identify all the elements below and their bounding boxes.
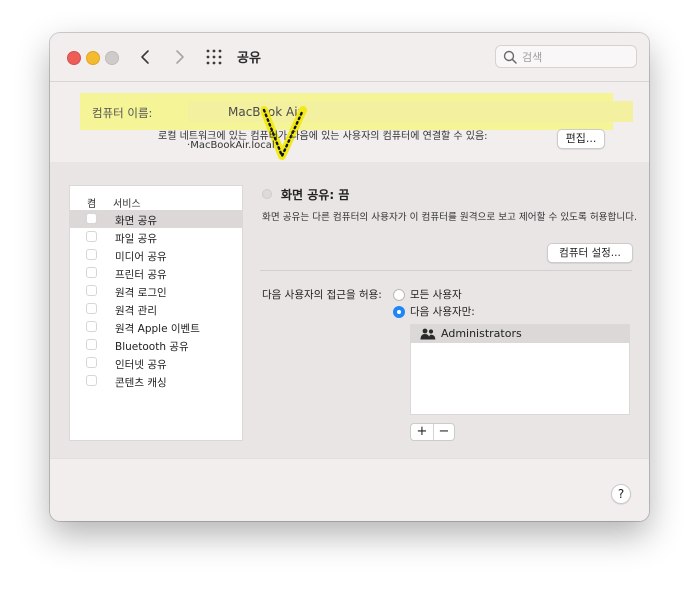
service-row-remote-login[interactable]: 원격 로그인 [70,282,242,300]
column-header-on: 켬 [87,199,97,210]
service-label: 파일 공유 [115,233,157,245]
show-all-button[interactable] [206,49,222,65]
service-checkbox[interactable] [86,249,97,260]
computer-name-section: 컴퓨터 이름: [50,82,649,162]
service-checkbox[interactable] [86,303,97,314]
computer-name-row: 컴퓨터 이름: [80,93,633,130]
back-button[interactable] [136,46,156,68]
user-group-icon [420,328,436,340]
search-field[interactable] [495,45,637,68]
service-row-printer-sharing[interactable]: 프린터 공유 [70,264,242,282]
service-row-remote-management[interactable]: 원격 관리 [70,300,242,318]
user-row[interactable]: Administrators [411,325,629,343]
forward-button[interactable] [169,46,189,68]
zoom-window-button[interactable] [105,51,119,65]
service-row-bluetooth-sharing[interactable]: Bluetooth 공유 [70,336,242,354]
computer-settings-button[interactable]: 컴퓨터 설정... [547,243,633,263]
service-row-screen-sharing[interactable]: 화면 공유 [70,210,242,228]
service-label: 콘텐츠 캐싱 [115,377,167,389]
service-label: 인터넷 공유 [115,359,167,371]
service-row-remote-apple-events[interactable]: 원격 Apple 이벤트 [70,318,242,336]
grid-icon [206,49,222,65]
service-checkbox[interactable] [86,321,97,332]
local-address-text: MacBookAir.local [190,140,275,151]
service-label: Bluetooth 공유 [115,341,189,353]
edit-computer-name-button[interactable]: 편집... [557,129,605,149]
help-button[interactable]: ? [611,484,631,504]
service-row-content-caching[interactable]: 콘텐츠 캐싱 [70,372,242,390]
radio-all-users-label[interactable]: 모든 사용자 [410,287,462,302]
service-row-file-sharing[interactable]: 파일 공유 [70,228,242,246]
service-label: 원격 Apple 이벤트 [115,323,200,335]
chevron-left-icon [141,50,149,64]
user-add-remove-control: + − [410,423,455,441]
services-list-header: 켬 서비스 [70,186,242,210]
radio-only-these-users-label[interactable]: 다음 사용자만: [410,304,475,319]
radio-all-users[interactable] [393,289,405,301]
computer-name-field[interactable] [188,101,633,122]
chevron-right-icon [176,50,184,64]
local-address: ·MacBookAir.local [187,140,275,151]
service-checkbox[interactable] [86,375,97,386]
service-checkbox[interactable] [86,267,97,278]
service-checkbox[interactable] [86,339,97,350]
remove-user-button[interactable]: − [433,424,455,440]
close-window-button[interactable] [67,51,81,65]
column-header-service: 서비스 [113,199,141,210]
service-label: 프린터 공유 [115,269,167,281]
service-checkbox[interactable] [86,231,97,242]
service-label: 원격 관리 [115,305,157,317]
service-detail-pane: 화면 공유: 끔 화면 공유는 다른 컴퓨터의 사용자가 이 컴퓨터를 원격으로… [260,185,640,445]
service-checkbox[interactable] [86,357,97,368]
add-user-button[interactable]: + [411,424,434,440]
service-label: 미디어 공유 [115,251,167,263]
radio-only-these-users[interactable] [393,306,405,318]
window-toolbar: 공유 [50,33,649,82]
service-row-media-sharing[interactable]: 미디어 공유 [70,246,242,264]
sharing-preferences-window: 공유 컴퓨터 이름: 로컬 네트워크에 있는 컴퓨터가 다음에 있는 사용자의 … [50,33,649,521]
service-label: 화면 공유 [115,215,157,227]
service-checkbox[interactable] [86,285,97,296]
computer-name-label: 컴퓨터 이름: [92,106,153,120]
service-status-description: 화면 공유는 다른 컴퓨터의 사용자가 이 컴퓨터를 원격으로 보고 제어할 수… [262,212,638,223]
search-icon [503,50,517,64]
allowed-users-list: Administrators [410,324,630,415]
minimize-window-button[interactable] [86,51,100,65]
status-indicator [262,189,272,199]
divider [260,270,632,271]
window-footer: ? [50,458,649,521]
services-list: 켬 서비스 화면 공유 파일 공유 미디어 공유 프린터 공유 원격 로그인 원… [69,185,243,441]
search-input[interactable] [520,48,634,67]
service-label: 원격 로그인 [115,287,167,299]
service-checkbox[interactable] [86,213,97,224]
user-name: Administrators [441,327,522,340]
service-row-internet-sharing[interactable]: 인터넷 공유 [70,354,242,372]
service-status-title: 화면 공유: 끔 [281,188,350,202]
window-title: 공유 [237,51,261,66]
access-label: 다음 사용자의 접근을 허용: [262,289,382,301]
